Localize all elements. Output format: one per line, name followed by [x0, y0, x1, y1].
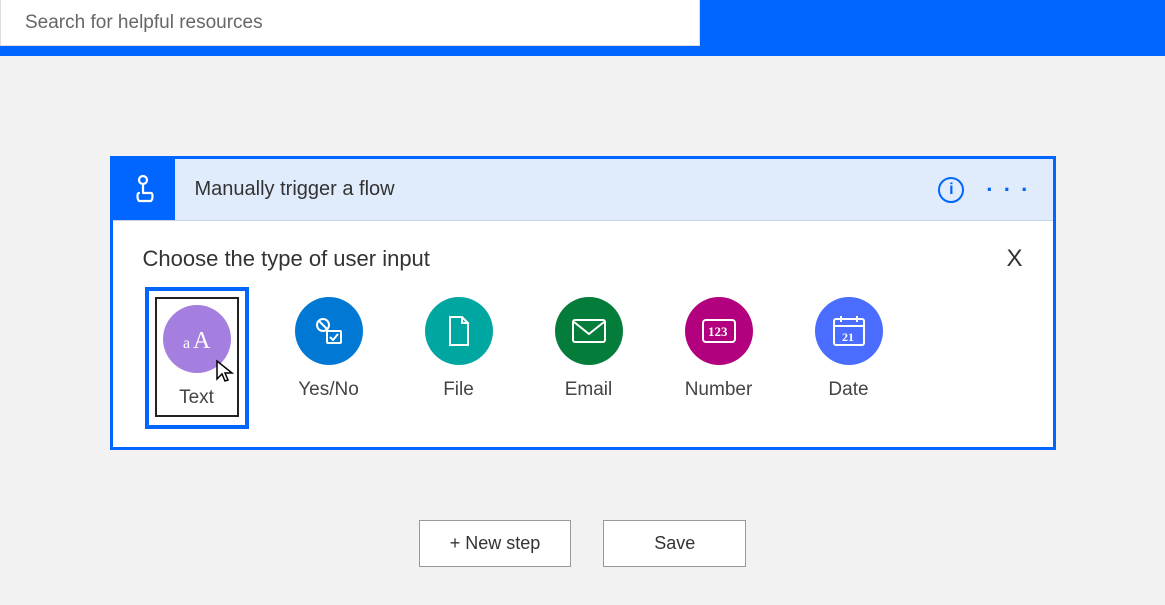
- info-icon[interactable]: i: [938, 177, 964, 203]
- input-type-email[interactable]: Email: [549, 297, 629, 417]
- date-icon: 21: [815, 297, 883, 365]
- yesno-icon: [295, 297, 363, 365]
- input-type-text-selected[interactable]: a A Text: [145, 287, 249, 429]
- input-type-label: File: [443, 379, 474, 401]
- trigger-card: Manually trigger a flow i · · · Choose t…: [110, 156, 1056, 450]
- trigger-header[interactable]: Manually trigger a flow i · · ·: [113, 159, 1053, 221]
- number-icon: 123: [685, 297, 753, 365]
- input-type-label: Text: [179, 387, 214, 409]
- email-icon: [555, 297, 623, 365]
- input-type-file[interactable]: File: [419, 297, 499, 417]
- svg-text:a: a: [183, 335, 190, 352]
- file-icon: [425, 297, 493, 365]
- trigger-title: Manually trigger a flow: [175, 159, 939, 220]
- input-type-label: Date: [828, 379, 868, 401]
- search-container[interactable]: [0, 0, 700, 46]
- search-input[interactable]: [25, 12, 687, 34]
- top-bar: [0, 0, 1165, 56]
- close-icon[interactable]: X: [1006, 245, 1022, 273]
- input-type-label: Number: [685, 379, 753, 401]
- new-step-button[interactable]: + New step: [419, 520, 572, 567]
- input-type-label: Yes/No: [298, 379, 359, 401]
- input-type-list: a A Text: [143, 297, 1023, 417]
- input-type-date[interactable]: 21 Date: [809, 297, 889, 417]
- svg-text:A: A: [193, 328, 211, 354]
- footer-buttons: + New step Save: [419, 520, 747, 567]
- save-button[interactable]: Save: [603, 520, 746, 567]
- input-type-label: Email: [565, 379, 613, 401]
- text-icon: a A: [163, 305, 231, 373]
- manual-trigger-icon: [113, 159, 175, 220]
- mouse-cursor-icon: [215, 359, 235, 383]
- trigger-body: Choose the type of user input X a A: [113, 221, 1053, 447]
- choose-input-type-label: Choose the type of user input: [143, 246, 430, 272]
- input-type-yesno[interactable]: Yes/No: [289, 297, 369, 417]
- flow-canvas: Manually trigger a flow i · · · Choose t…: [0, 56, 1165, 567]
- trigger-actions: i · · ·: [938, 159, 1052, 220]
- more-icon[interactable]: · · ·: [986, 177, 1030, 203]
- input-type-number[interactable]: 123 Number: [679, 297, 759, 417]
- date-day: 21: [842, 330, 854, 344]
- svg-text:123: 123: [708, 324, 728, 339]
